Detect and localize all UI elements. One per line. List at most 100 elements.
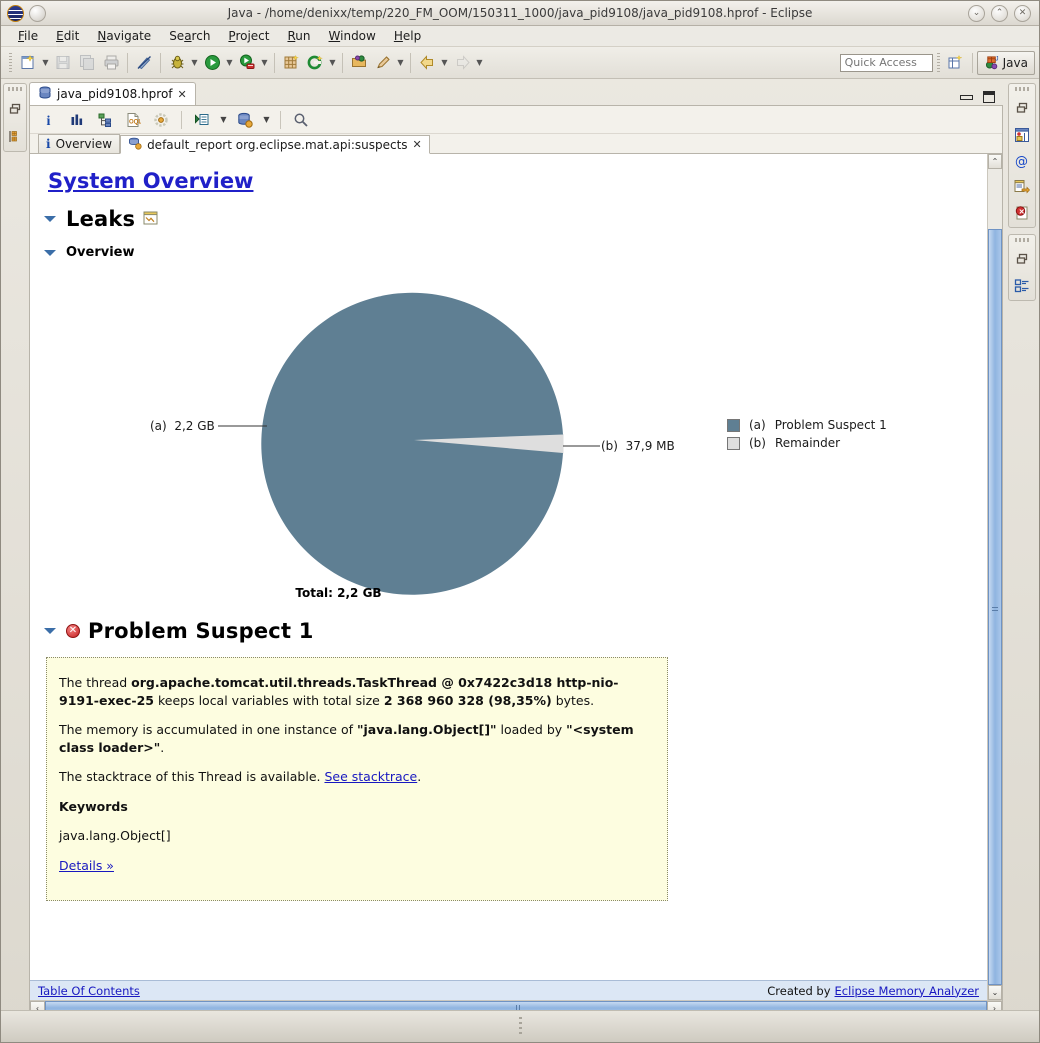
fastview-drag-handle[interactable]	[8, 87, 22, 91]
menu-edit[interactable]: Edit	[47, 27, 88, 45]
close-icon[interactable]: ✕	[413, 138, 422, 151]
leaks-section-header: Leaks	[44, 207, 973, 231]
close-icon[interactable]: ✕	[178, 88, 187, 101]
back-dropdown-icon[interactable]: ▼	[439, 52, 450, 74]
outline-icon[interactable]	[1014, 277, 1031, 294]
suspect-p1-text-e: bytes.	[551, 692, 595, 708]
new-wizard-dropdown-icon[interactable]: ▼	[40, 52, 51, 74]
menu-file[interactable]: File	[9, 27, 47, 45]
minimize-view-icon[interactable]	[960, 94, 973, 100]
back-icon[interactable]	[415, 51, 439, 75]
new-java-class-icon[interactable]	[303, 51, 327, 75]
report-icon	[128, 137, 142, 153]
toolbar-grip[interactable]	[936, 53, 940, 72]
svg-text:@: @	[1015, 154, 1028, 169]
maximize-icon[interactable]: ⌃	[991, 4, 1008, 22]
pie-callout-a: (a) 2,2 GB	[150, 419, 215, 433]
toggle-mark-occurrences-icon[interactable]	[132, 51, 156, 75]
run-icon[interactable]	[200, 51, 224, 75]
new-wizard-icon[interactable]	[16, 51, 40, 75]
menu-search[interactable]: Search	[160, 27, 219, 45]
collapse-triangle-icon[interactable]	[44, 628, 56, 634]
report-page-icon[interactable]	[143, 211, 158, 228]
leaks-heading: Leaks	[66, 207, 136, 231]
tab-overview[interactable]: i Overview	[38, 134, 121, 153]
overview-info-icon[interactable]: i	[36, 108, 62, 132]
run-dropdown-icon[interactable]: ▼	[224, 52, 235, 74]
at-sign-icon[interactable]: @	[1014, 152, 1031, 169]
print-icon[interactable]	[99, 51, 123, 75]
run-expert-system-icon[interactable]	[189, 108, 215, 132]
menu-navigate[interactable]: Navigate	[88, 27, 160, 45]
search-dropdown-icon[interactable]: ▼	[395, 52, 406, 74]
scroll-up-icon[interactable]: ⌃	[988, 154, 1002, 169]
open-type-icon[interactable]	[347, 51, 371, 75]
pie-chart-total-label: Total: 2,2 GB	[295, 586, 382, 600]
forward-icon[interactable]	[450, 51, 474, 75]
eclipse-memory-analyzer-link[interactable]: Eclipse Memory Analyzer	[835, 984, 979, 998]
restore-icon[interactable]	[7, 101, 24, 118]
new-java-dropdown-icon[interactable]: ▼	[327, 52, 338, 74]
tab-default-report[interactable]: default_report org.eclipse.mat.api:suspe…	[120, 135, 430, 154]
open-heapdump-icon[interactable]	[232, 108, 258, 132]
menu-help[interactable]: Help	[385, 27, 430, 45]
fastview-drag-handle[interactable]	[1015, 238, 1029, 242]
vertical-scroll-thumb[interactable]	[988, 229, 1002, 985]
inspector-icon[interactable]	[1014, 178, 1031, 195]
report-vertical-scrollbar[interactable]: ⌃ ⌄	[987, 154, 1002, 1000]
quick-access-input[interactable]	[839, 53, 933, 72]
heapdump-dropdown-icon[interactable]: ▼	[260, 109, 273, 131]
minimize-icon[interactable]: ⌄	[968, 4, 985, 22]
open-perspective-icon[interactable]	[944, 51, 968, 75]
error-log-icon[interactable]: ✕	[1014, 204, 1031, 221]
menu-project[interactable]: Project	[219, 27, 278, 45]
perspective-java-button[interactable]: J Java	[976, 50, 1035, 75]
suspect-p2-text-c: loaded by	[496, 722, 567, 737]
heap-dump-history-icon[interactable]	[1014, 126, 1031, 143]
profile-icon[interactable]	[235, 51, 259, 75]
toolbar-separator	[971, 52, 973, 73]
histogram-icon[interactable]	[64, 108, 90, 132]
problem-suspect-description: The thread org.apache.tomcat.util.thread…	[46, 657, 668, 901]
oql-icon[interactable]: OQL	[120, 108, 146, 132]
scroll-down-icon[interactable]: ⌄	[988, 985, 1002, 1000]
restore-icon[interactable]	[1014, 100, 1031, 117]
scroll-thumb-grip	[992, 607, 998, 612]
dominator-tree-icon[interactable]	[92, 108, 118, 132]
editor-tab-heapdump[interactable]: java_pid9108.hprof ✕	[29, 82, 196, 105]
save-icon[interactable]	[51, 51, 75, 75]
vertical-scroll-track[interactable]	[988, 169, 1002, 985]
maximize-view-icon[interactable]	[983, 91, 995, 103]
collapse-triangle-icon[interactable]	[44, 249, 56, 256]
menu-run[interactable]: Run	[278, 27, 319, 45]
debug-icon[interactable]	[165, 51, 189, 75]
details-link[interactable]: Details »	[59, 858, 114, 873]
editor-tab-label: java_pid9108.hprof	[57, 87, 173, 101]
suspect-paragraph-1: The thread org.apache.tomcat.util.thread…	[59, 674, 655, 709]
fastview-drag-handle[interactable]	[1015, 87, 1029, 91]
new-java-package-icon[interactable]	[279, 51, 303, 75]
table-of-contents-link[interactable]: Table Of Contents	[38, 984, 140, 998]
overview-subsection-header: Overview	[44, 245, 973, 260]
profile-dropdown-icon[interactable]: ▼	[259, 52, 270, 74]
search-icon[interactable]	[288, 108, 314, 132]
see-stacktrace-link[interactable]: See stacktrace	[324, 769, 417, 784]
collapse-triangle-icon[interactable]	[44, 216, 56, 222]
query-browser-icon[interactable]	[148, 108, 174, 132]
pie-chart-legend: (a) Problem Suspect 1 (b) Remainder	[727, 418, 887, 450]
menu-window[interactable]: Window	[320, 27, 385, 45]
expert-system-dropdown-icon[interactable]: ▼	[217, 109, 230, 131]
debug-dropdown-icon[interactable]: ▼	[189, 52, 200, 74]
report-footer: Table Of Contents Created by Eclipse Mem…	[30, 980, 987, 1000]
report-page-tabs: i Overview default_report org.eclipse.ma…	[30, 134, 1002, 154]
system-overview-link[interactable]: System Overview	[48, 169, 253, 193]
toolbar-grip[interactable]	[9, 53, 12, 72]
status-bar-grip[interactable]	[518, 1016, 522, 1037]
package-explorer-icon[interactable]	[7, 128, 24, 145]
search-skip-icon[interactable]	[371, 51, 395, 75]
restore-icon[interactable]	[1014, 251, 1031, 268]
close-icon[interactable]: ✕	[1014, 4, 1031, 22]
save-all-icon[interactable]	[75, 51, 99, 75]
forward-dropdown-icon[interactable]: ▼	[474, 52, 485, 74]
window-menu-icon[interactable]	[29, 4, 46, 22]
